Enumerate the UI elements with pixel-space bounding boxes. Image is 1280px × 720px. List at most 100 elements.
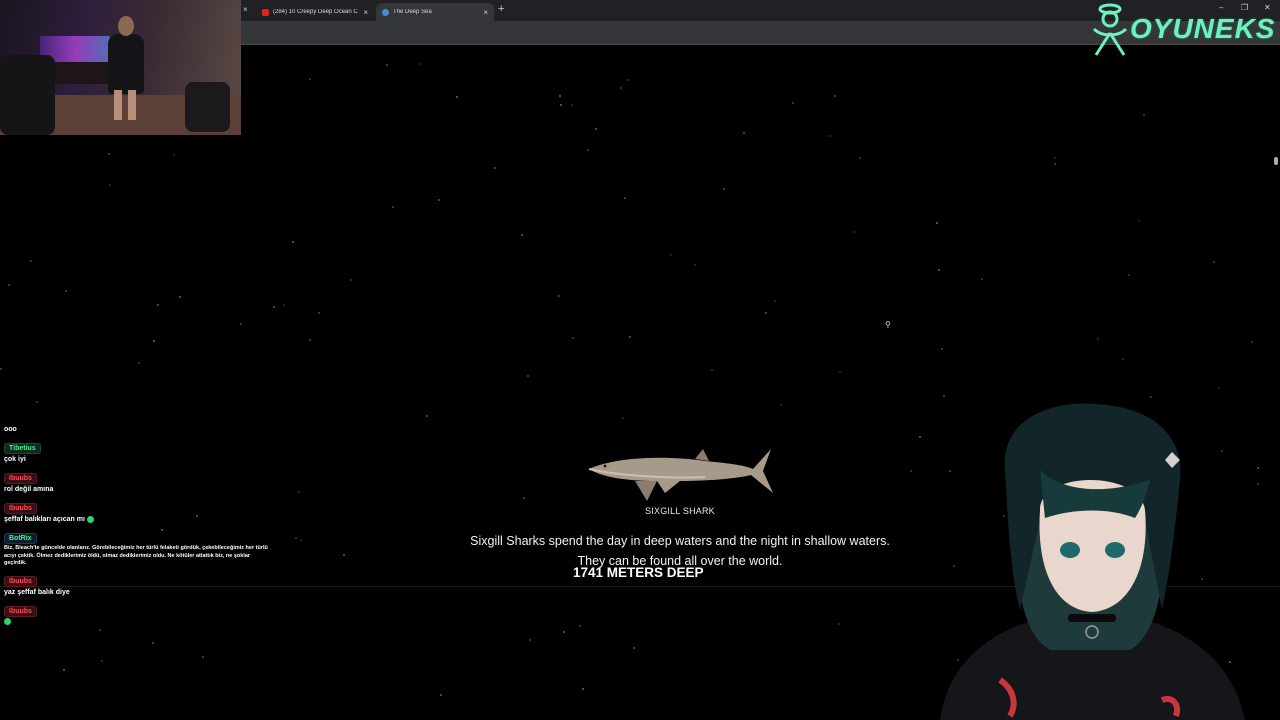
star <box>63 669 65 671</box>
star <box>622 417 624 419</box>
chat-text: yaz şeffaf balık diye <box>4 588 274 598</box>
star <box>838 623 840 625</box>
fact-line-1: Sixgill Sharks spend the day in deep wat… <box>470 534 890 548</box>
depth-readout: 1741 METERS DEEP <box>573 565 704 580</box>
chat-text: ooo <box>4 425 274 435</box>
star <box>152 642 154 644</box>
star <box>853 231 855 233</box>
screen: ⚲ SIXGILL SHARK Sixgill Sharks spend the… <box>0 0 1280 720</box>
star <box>440 694 442 696</box>
vtuber-avatar <box>940 403 1245 720</box>
chat-username: BotRix <box>4 533 37 544</box>
star <box>8 284 10 286</box>
chat-text-content: şeffaf balıkları açıcan mı <box>4 516 85 523</box>
chat-text-content: yaz şeffaf balık diye <box>4 588 70 596</box>
chat-text-content: ooo <box>4 426 17 433</box>
star <box>765 312 767 314</box>
star <box>579 625 581 627</box>
star <box>521 234 523 236</box>
tab-youtube[interactable]: (284) 10 Creepy Deep Ocean C × <box>256 3 374 21</box>
star <box>1138 220 1140 222</box>
chat-message: BotRix Biz, Bleach'te güncelde olanlarız.… <box>4 527 274 568</box>
star <box>774 300 776 302</box>
star <box>438 199 440 201</box>
cam-chair <box>0 55 55 135</box>
emote-icon <box>86 515 94 523</box>
star <box>981 278 983 280</box>
chat-message: Tibetius çok iyi <box>4 437 274 465</box>
chat-username: Ibuubs <box>4 575 37 587</box>
star <box>292 241 294 243</box>
chat-username: Ibuubs <box>4 503 37 514</box>
chat-username: Tibetius <box>4 443 41 454</box>
chat-message: Ibuubs yaz şeffaf balık diye <box>4 570 274 598</box>
cam-person-leg <box>114 90 122 120</box>
star <box>36 401 38 403</box>
tab-the-deep-sea[interactable]: The Deep Sea × <box>376 3 494 21</box>
star <box>202 656 204 658</box>
star <box>1150 396 1152 398</box>
emote-icon <box>4 618 11 626</box>
star <box>711 369 713 371</box>
star <box>343 554 345 556</box>
star <box>1122 358 1124 360</box>
star <box>30 260 32 262</box>
chat-text: Biz, Bleach'te güncelde olanlarız. Göreb… <box>4 545 274 568</box>
star <box>624 197 626 199</box>
star <box>179 296 181 298</box>
star <box>694 264 696 266</box>
star <box>273 306 275 308</box>
star <box>943 395 945 397</box>
star <box>572 337 574 339</box>
star <box>309 339 311 341</box>
star <box>527 375 529 377</box>
star <box>670 254 672 256</box>
tab-title: The Deep Sea <box>393 9 432 15</box>
close-tab-icon[interactable]: × <box>243 5 248 14</box>
star <box>494 167 496 169</box>
star <box>595 128 597 130</box>
mouse-cursor-icon: ⚲ <box>885 320 891 329</box>
star <box>529 639 531 641</box>
star <box>523 497 525 499</box>
chat-text: çok iyi <box>4 455 274 465</box>
close-tab-icon[interactable]: × <box>483 8 488 17</box>
chat-text-content: rol değil amına <box>4 486 54 493</box>
channel-logo: OYUNEKS <box>1088 1 1280 57</box>
star <box>108 153 110 155</box>
star <box>582 688 584 690</box>
star <box>834 95 836 97</box>
star <box>1218 387 1220 389</box>
scrollbar-thumb[interactable] <box>1274 157 1278 165</box>
star <box>1097 338 1099 340</box>
webcam-overlay <box>0 0 241 135</box>
star <box>938 269 940 271</box>
star <box>240 323 242 325</box>
star <box>101 660 103 662</box>
star <box>627 79 629 81</box>
star <box>571 104 573 106</box>
shark-illustration <box>588 449 773 501</box>
cam-chair <box>185 82 230 132</box>
star <box>829 135 831 137</box>
new-tab-button[interactable]: + <box>498 3 504 15</box>
star <box>392 206 394 208</box>
chat-text: rol değil amına <box>4 485 274 495</box>
star <box>559 95 561 97</box>
star <box>941 348 943 350</box>
star <box>1054 157 1056 159</box>
star <box>298 491 300 493</box>
star <box>859 157 861 159</box>
star <box>620 87 622 89</box>
youtube-icon <box>262 8 269 16</box>
star <box>426 415 428 417</box>
star <box>283 304 285 306</box>
close-tab-icon[interactable]: × <box>363 8 368 17</box>
star <box>936 222 938 224</box>
chat-username: Ibuubs <box>4 605 37 617</box>
star <box>1143 114 1145 116</box>
star <box>1251 341 1253 343</box>
star <box>1213 261 1215 263</box>
chat-overlay: ooo Tibetius çok iyi Ibuubs rol değil amına I… <box>4 425 274 630</box>
star <box>309 78 311 80</box>
